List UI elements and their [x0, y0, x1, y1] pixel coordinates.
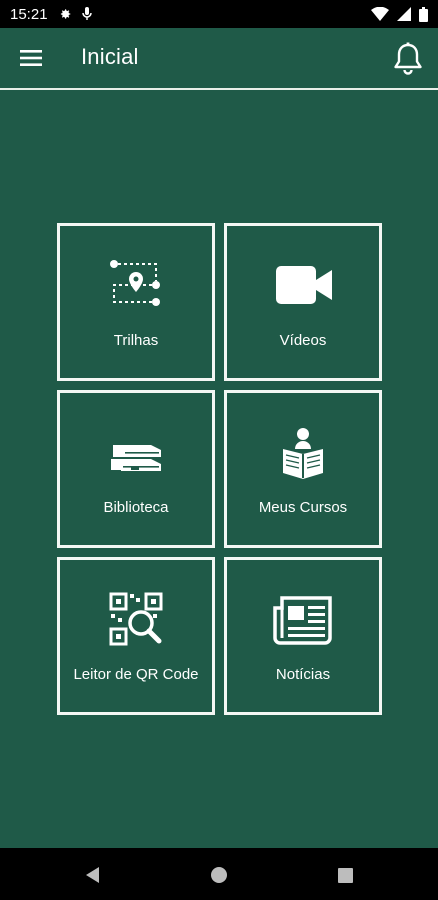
tile-trilhas[interactable]: Trilhas	[57, 223, 215, 381]
bell-icon	[394, 42, 422, 75]
tile-label: Trilhas	[113, 332, 159, 349]
qr-search-icon	[109, 592, 163, 646]
tile-label: Meus Cursos	[258, 499, 348, 516]
home-button[interactable]	[208, 864, 230, 886]
video-camera-icon	[276, 266, 332, 304]
recents-button[interactable]	[334, 864, 356, 886]
tile-label: Notícias	[275, 666, 331, 683]
tile-biblioteca[interactable]: Biblioteca	[57, 390, 215, 548]
tile-leitor-qr-code[interactable]: Leitor de QR Code	[57, 557, 215, 715]
back-triangle-icon	[86, 867, 99, 883]
status-bar: 15:21	[0, 0, 438, 28]
system-navigation-bar	[0, 848, 438, 900]
back-button[interactable]	[82, 864, 104, 886]
reader-icon	[283, 428, 323, 479]
signal-icon	[397, 7, 411, 21]
battery-icon	[419, 6, 428, 22]
hamburger-menu-icon	[20, 50, 42, 66]
settings-icon	[60, 9, 70, 19]
menu-button[interactable]	[20, 48, 44, 68]
books-icon	[111, 445, 161, 471]
notifications-button[interactable]	[392, 42, 424, 76]
microphone-icon	[81, 7, 92, 20]
tile-label: Vídeos	[279, 332, 327, 349]
home-circle-icon	[211, 867, 227, 883]
tile-videos[interactable]: Vídeos	[224, 223, 382, 381]
page-title: Inicial	[81, 44, 139, 69]
status-time: 15:21	[10, 5, 48, 23]
route-icon	[110, 260, 160, 306]
app-bar: Inicial	[0, 28, 438, 90]
menu-grid: Trilhas Vídeos Biblioteca Meus Cursos Le…	[57, 223, 382, 715]
tile-label: Biblioteca	[103, 499, 169, 516]
tile-label: Leitor de QR Code	[73, 666, 199, 683]
newspaper-icon	[273, 596, 332, 645]
wifi-icon	[371, 7, 389, 21]
recents-square-icon	[338, 868, 353, 883]
tile-meus-cursos[interactable]: Meus Cursos	[224, 390, 382, 548]
tile-noticias[interactable]: Notícias	[224, 557, 382, 715]
